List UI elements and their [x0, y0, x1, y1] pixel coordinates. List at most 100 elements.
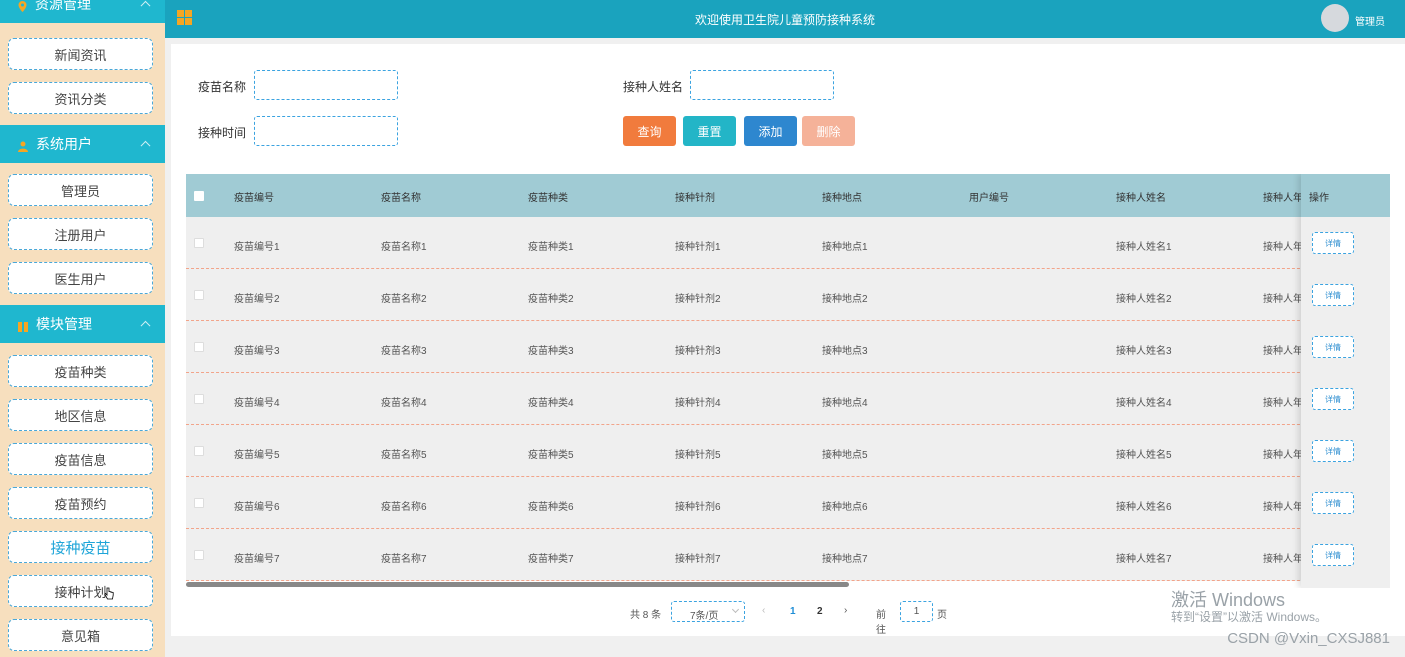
select-all-checkbox[interactable]: [194, 191, 204, 201]
table-cell: 接种地点6: [822, 502, 868, 513]
user-name[interactable]: 管理员: [1355, 13, 1385, 28]
detail-button[interactable]: 详情: [1312, 492, 1354, 514]
page-1[interactable]: 1: [790, 606, 796, 617]
row-checkbox[interactable]: [194, 342, 204, 352]
next-page-icon[interactable]: ›: [844, 605, 847, 616]
sidebar-item-news[interactable]: 新闻资讯: [8, 38, 153, 70]
table-cell: 疫苗种类3: [528, 346, 574, 357]
row-checkbox[interactable]: [194, 498, 204, 508]
table-cell: 疫苗名称2: [381, 294, 427, 305]
table-cell: 接种地点5: [822, 450, 868, 461]
vaccine-name-input[interactable]: [254, 70, 398, 100]
csdn-watermark: CSDN @Vxin_CXSJ881: [1227, 630, 1390, 647]
column-header: 接种人年: [1263, 193, 1303, 204]
table-cell: 接种人年: [1263, 346, 1303, 357]
sidebar-item-registered-users[interactable]: 注册用户: [8, 218, 153, 250]
table-cell: 接种人年: [1263, 554, 1303, 565]
table-cell: 疫苗种类7: [528, 554, 574, 565]
horizontal-scrollbar[interactable]: [186, 582, 849, 587]
detail-button[interactable]: 详情: [1312, 544, 1354, 566]
table-row: 疫苗编号1 疫苗名称1 疫苗种类1 接种针剂1 接种地点1 接种人姓名1 接种人…: [186, 217, 1390, 269]
reset-button[interactable]: 重置: [683, 116, 736, 146]
table-cell: 疫苗种类6: [528, 502, 574, 513]
section-header-modules[interactable]: 模块管理: [0, 305, 165, 343]
table-cell: 接种人年: [1263, 398, 1303, 409]
table-cell: 接种人姓名3: [1116, 346, 1172, 357]
prev-page-icon[interactable]: ‹: [762, 605, 765, 616]
operations-label: 操作: [1309, 193, 1329, 204]
table-cell: 疫苗种类5: [528, 450, 574, 461]
table-cell: 疫苗名称6: [381, 502, 427, 513]
table-cell: 接种人年: [1263, 294, 1303, 305]
detail-button[interactable]: 详情: [1312, 336, 1354, 358]
detail-button[interactable]: 详情: [1312, 388, 1354, 410]
sidebar-item-region-info[interactable]: 地区信息: [8, 399, 153, 431]
sidebar-item-admin[interactable]: 管理员: [8, 174, 153, 206]
sidebar-item-vaccination-plan[interactable]: 接种计划: [8, 575, 153, 607]
row-checkbox[interactable]: [194, 550, 204, 560]
goto-page-input[interactable]: 1: [900, 601, 933, 622]
top-bar: 欢迎使用卫生院儿童预防接种系统 管理员: [165, 0, 1405, 38]
chevron-up-icon: [140, 0, 151, 11]
detail-button[interactable]: 详情: [1312, 232, 1354, 254]
table-cell: 接种针剂7: [675, 554, 721, 565]
sidebar-item-vaccine-booking[interactable]: 疫苗预约: [8, 487, 153, 519]
table-cell: 接种地点3: [822, 346, 868, 357]
goto-label: 前往: [876, 610, 886, 636]
table-cell: 接种人姓名1: [1116, 242, 1172, 253]
table-row: 疫苗编号5 疫苗名称5 疫苗种类5 接种针剂5 接种地点5 接种人姓名5 接种人…: [186, 425, 1390, 477]
sidebar-item-vaccination[interactable]: 接种疫苗: [8, 531, 153, 563]
total-count: 共 8 条: [630, 610, 662, 621]
section-header-resources[interactable]: 资源管理: [0, 0, 165, 23]
search-button[interactable]: 查询: [623, 116, 676, 146]
section-header-system-users[interactable]: 系统用户: [0, 125, 165, 163]
table-cell: 疫苗名称7: [381, 554, 427, 565]
avatar[interactable]: [1321, 4, 1349, 32]
table-cell: 接种人年: [1263, 450, 1303, 461]
table-cell: 疫苗编号2: [234, 294, 280, 305]
data-table: 疫苗编号 疫苗名称 疫苗种类 接种针剂 接种地点 用户编号 接种人姓名 接种人年…: [186, 174, 1390, 588]
row-checkbox[interactable]: [194, 446, 204, 456]
sidebar-item-feedback[interactable]: 意见箱: [8, 619, 153, 651]
column-header: 接种针剂: [675, 193, 715, 204]
main-panel: 疫苗名称 接种人姓名 接种时间 查询 重置 添加 删除 疫苗编号 疫苗名称 疫苗…: [171, 44, 1405, 636]
table-row: 疫苗编号4 疫苗名称4 疫苗种类4 接种针剂4 接种地点4 接种人姓名4 接种人…: [186, 373, 1390, 425]
user-icon: [18, 139, 28, 152]
table-cell: 接种地点1: [822, 242, 868, 253]
table-row: 疫苗编号2 疫苗名称2 疫苗种类2 接种针剂2 接种地点2 接种人姓名2 接种人…: [186, 269, 1390, 321]
add-button[interactable]: 添加: [744, 116, 797, 146]
detail-button[interactable]: 详情: [1312, 440, 1354, 462]
column-header: 疫苗编号: [234, 193, 274, 204]
table-cell: 接种人姓名6: [1116, 502, 1172, 513]
sidebar-item-vaccine-info[interactable]: 疫苗信息: [8, 443, 153, 475]
pin-icon: [18, 0, 27, 12]
table-cell: 疫苗名称3: [381, 346, 427, 357]
table-cell: 疫苗种类1: [528, 242, 574, 253]
table-cell: 接种地点7: [822, 554, 868, 565]
column-header: 疫苗名称: [381, 193, 421, 204]
operations-column: 操作 详情 详情 详情 详情 详情 详情 详情: [1301, 174, 1390, 588]
section-title: 系统用户: [36, 136, 92, 152]
page-size-value: 7条/页: [690, 611, 719, 622]
table-row: 疫苗编号6 疫苗名称6 疫苗种类6 接种针剂6 接种地点6 接种人姓名6 接种人…: [186, 477, 1390, 529]
receiver-name-label: 接种人姓名: [623, 80, 684, 94]
row-checkbox[interactable]: [194, 394, 204, 404]
sidebar-item-vaccine-types[interactable]: 疫苗种类: [8, 355, 153, 387]
table-cell: 疫苗种类2: [528, 294, 574, 305]
column-header: 疫苗种类: [528, 193, 568, 204]
detail-button[interactable]: 详情: [1312, 284, 1354, 306]
page-2[interactable]: 2: [817, 606, 823, 617]
delete-button[interactable]: 删除: [802, 116, 855, 146]
sidebar-item-news-category[interactable]: 资讯分类: [8, 82, 153, 114]
sidebar-item-doctor-users[interactable]: 医生用户: [8, 262, 153, 294]
page-size-select[interactable]: 7条/页: [671, 601, 745, 622]
row-checkbox[interactable]: [194, 290, 204, 300]
row-checkbox[interactable]: [194, 238, 204, 248]
vaccination-time-input[interactable]: [254, 116, 398, 146]
table-cell: 疫苗名称4: [381, 398, 427, 409]
table-cell: 疫苗编号1: [234, 242, 280, 253]
table-cell: 接种针剂1: [675, 242, 721, 253]
table-header: 疫苗编号 疫苗名称 疫苗种类 接种针剂 接种地点 用户编号 接种人姓名 接种人年: [186, 174, 1390, 217]
receiver-name-input[interactable]: [690, 70, 834, 100]
chevron-down-icon: [731, 605, 740, 614]
